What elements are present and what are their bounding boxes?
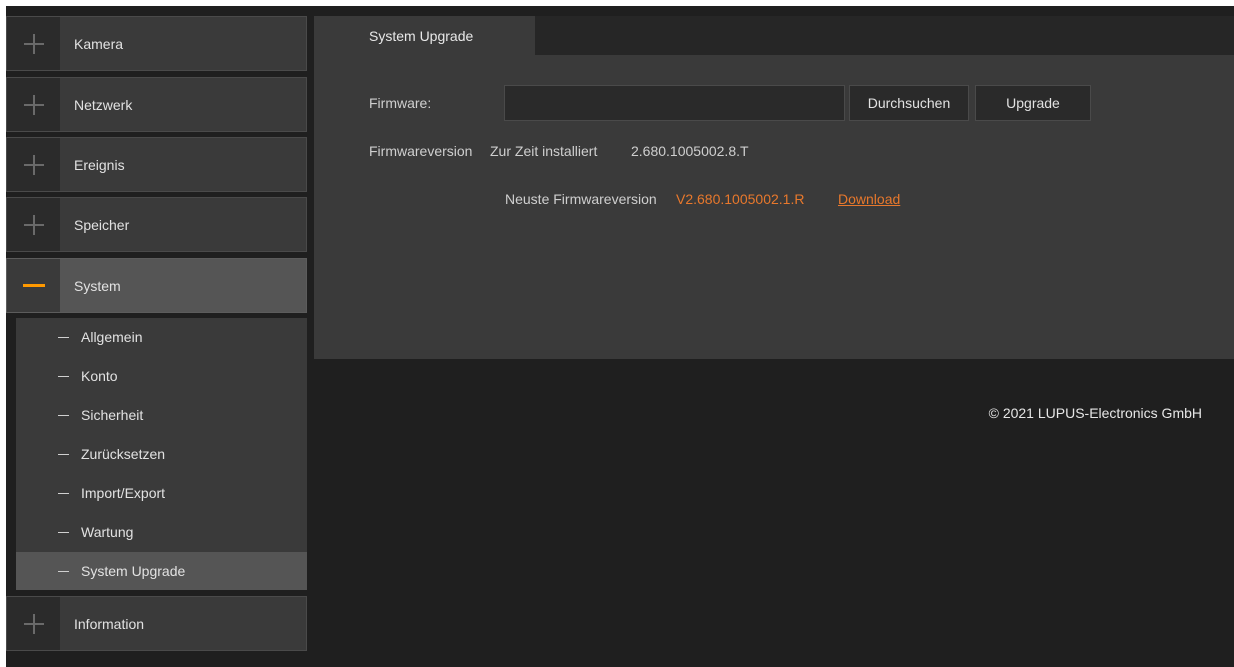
firmware-label: Firmware: (369, 95, 432, 111)
minus-icon-box (7, 259, 60, 312)
sidebar-item-netzwerk[interactable]: Netzwerk (6, 77, 307, 132)
plus-icon-box (7, 198, 60, 251)
system-submenu: Allgemein Konto Sicherheit Zurücksetzen … (16, 318, 307, 590)
sidebar-item-label: Kamera (74, 35, 124, 52)
plus-icon-box (7, 138, 60, 191)
dash-icon (58, 375, 69, 377)
sidebar-item-label: System (74, 277, 121, 294)
sidebar-item-system[interactable]: System (6, 258, 307, 313)
plus-icon (23, 214, 44, 235)
firmware-version-label: Firmwareversion (369, 143, 473, 159)
page: Kamera Netzwerk Ereignis Speicher System… (0, 0, 1234, 667)
installed-version-value: 2.680.1005002.8.T (631, 143, 749, 159)
dash-icon (58, 531, 69, 533)
submenu-item-label: Import/Export (81, 485, 166, 501)
submenu-item-label: System Upgrade (81, 563, 186, 579)
sidebar-item-label: Ereignis (74, 156, 125, 173)
plus-icon-box (7, 17, 60, 70)
plus-icon (23, 33, 44, 54)
sidebar-item-ereignis[interactable]: Ereignis (6, 137, 307, 192)
submenu-item-import-export[interactable]: Import/Export (16, 474, 307, 512)
sidebar-item-label: Netzwerk (74, 96, 133, 113)
copyright-text: © 2021 LUPUS-Electronics GmbH (988, 405, 1202, 421)
dash-icon (58, 570, 69, 572)
submenu-item-zuruecksetzen[interactable]: Zurücksetzen (16, 435, 307, 473)
submenu-item-label: Zurücksetzen (81, 446, 166, 462)
submenu-item-wartung[interactable]: Wartung (16, 513, 307, 551)
sidebar-item-speicher[interactable]: Speicher (6, 197, 307, 252)
plus-icon (23, 94, 44, 115)
firmware-file-input[interactable] (504, 85, 845, 121)
tab-system-upgrade[interactable]: System Upgrade (314, 16, 535, 55)
minus-icon (22, 284, 45, 287)
submenu-item-label: Sicherheit (81, 407, 144, 423)
dash-icon (58, 453, 69, 455)
dash-icon (58, 492, 69, 494)
browse-button[interactable]: Durchsuchen (849, 85, 969, 121)
installed-version-prefix: Zur Zeit installiert (490, 143, 598, 159)
latest-version-prefix: Neuste Firmwareversion (505, 191, 657, 207)
submenu-item-system-upgrade[interactable]: System Upgrade (16, 552, 307, 590)
plus-icon (23, 613, 44, 634)
plus-icon (23, 154, 44, 175)
sidebar-item-information[interactable]: Information (6, 596, 307, 651)
submenu-item-label: Konto (81, 368, 118, 384)
tab-bar: System Upgrade (314, 16, 1234, 55)
submenu-item-label: Wartung (81, 524, 134, 540)
sidebar-item-label: Speicher (74, 216, 130, 233)
dash-icon (58, 414, 69, 416)
dash-icon (58, 336, 69, 338)
plus-icon-box (7, 78, 60, 131)
submenu-item-label: Allgemein (81, 329, 143, 345)
sidebar-item-label: Information (74, 615, 145, 632)
latest-version-value: V2.680.1005002.1.R (676, 191, 805, 207)
submenu-item-sicherheit[interactable]: Sicherheit (16, 396, 307, 434)
upgrade-button[interactable]: Upgrade (975, 85, 1091, 121)
sidebar-item-kamera[interactable]: Kamera (6, 16, 307, 71)
plus-icon-box (7, 597, 60, 650)
submenu-item-konto[interactable]: Konto (16, 357, 307, 395)
submenu-item-allgemein[interactable]: Allgemein (16, 318, 307, 356)
tab-label: System Upgrade (369, 27, 474, 44)
download-link[interactable]: Download (838, 191, 900, 207)
